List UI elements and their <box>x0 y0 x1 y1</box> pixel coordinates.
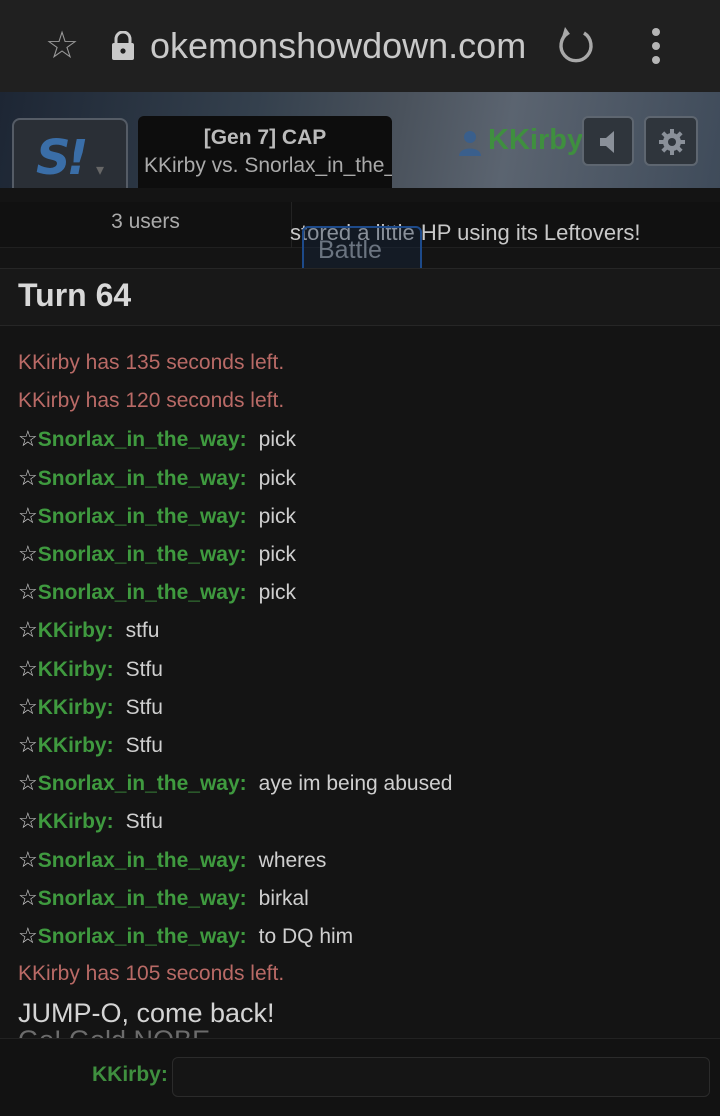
star-icon: ☆ <box>18 579 38 605</box>
turn-number: Turn 64 <box>18 277 132 313</box>
chat-message: ☆Snorlax_in_the_way: pick <box>18 426 296 453</box>
chat-username[interactable]: KKirby: <box>38 658 114 681</box>
chat-text: pick <box>258 504 297 528</box>
star-icon: ☆ <box>18 846 38 872</box>
chat-username[interactable]: Snorlax_in_the_way: <box>38 428 247 451</box>
chat-text: stfu <box>125 619 160 643</box>
chat-input[interactable] <box>172 1057 710 1097</box>
chat-text: Stfu <box>125 734 163 757</box>
chat-message: ☆Snorlax_in_the_way: wheres <box>18 847 326 874</box>
browser-toolbar: ☆ okemonshowdown.com <box>0 0 720 92</box>
star-icon: ☆ <box>18 655 38 681</box>
kebab-menu-icon[interactable] <box>636 22 676 70</box>
chat-text: Stfu <box>125 695 163 719</box>
address-bar-url[interactable]: okemonshowdown.com <box>150 24 526 68</box>
battle-room-tab[interactable]: [Gen 7] CAP KKirby vs. Snorlax_in_the_ <box>138 116 392 188</box>
chat-text: pick <box>258 581 297 605</box>
gear-icon <box>659 129 685 155</box>
chat-message: ☆Snorlax_in_the_way: pick <box>18 465 296 492</box>
star-icon: ☆ <box>18 923 38 948</box>
star-icon: ☆ <box>18 770 38 796</box>
showdown-logo: S! <box>36 130 89 186</box>
chat-message: ☆Snorlax_in_the_way: pick <box>18 541 296 568</box>
chat-username[interactable]: Snorlax_in_the_way: <box>38 581 247 604</box>
home-logo-button[interactable]: S! ▾ <box>12 118 128 190</box>
timer-notice: KKirby has 135 seconds left. <box>18 351 285 374</box>
chat-username-label: KKirby: <box>92 1063 168 1086</box>
star-icon: ☆ <box>18 808 38 834</box>
chat-text: pick <box>258 428 297 452</box>
battle-button[interactable]: Battle <box>302 226 422 274</box>
turn-header: Turn 64 <box>0 268 720 326</box>
chat-text: pick <box>258 466 297 490</box>
chat-message: ☆KKirby: stfu <box>18 617 159 644</box>
chat-username[interactable]: Snorlax_in_the_way: <box>38 543 247 566</box>
speaker-icon <box>600 131 614 153</box>
chat-text: birkal <box>258 886 309 910</box>
sound-button[interactable] <box>582 116 634 166</box>
star-icon: ☆ <box>18 464 38 490</box>
timer-notice: KKirby has 120 seconds left. <box>18 389 285 413</box>
users-count[interactable]: 3 users <box>0 202 292 248</box>
chat-message: ☆KKirby: Stfu <box>18 656 163 683</box>
star-icon: ☆ <box>18 884 38 910</box>
battle-announcement: JUMP-O, come back! <box>18 998 275 1028</box>
chat-message: ☆Snorlax_in_the_way: to DQ him <box>18 923 353 950</box>
chat-username[interactable]: KKirby: <box>38 734 114 757</box>
chat-username[interactable]: Snorlax_in_the_way: <box>38 925 247 948</box>
chat-message: ☆KKirby: Stfu <box>18 808 163 835</box>
star-icon: ☆ <box>18 426 38 452</box>
chevron-down-icon: ▾ <box>96 162 105 179</box>
chat-username[interactable]: Snorlax_in_the_way: <box>38 505 247 528</box>
chat-username[interactable]: Snorlax_in_the_way: <box>38 467 247 490</box>
bookmark-star-icon[interactable]: ☆ <box>40 24 84 68</box>
settings-button[interactable] <box>644 116 698 166</box>
chat-username[interactable]: Snorlax_in_the_way: <box>38 887 247 910</box>
chat-message: ☆Snorlax_in_the_way: pick <box>18 579 296 606</box>
star-icon: ☆ <box>18 541 38 566</box>
star-icon: ☆ <box>18 502 38 528</box>
battle-button-label: Battle <box>318 236 382 264</box>
lock-icon <box>112 31 134 60</box>
chat-message: ☆Snorlax_in_the_way: aye im being abused <box>18 770 452 797</box>
chat-text: aye im being abused <box>258 772 453 796</box>
battle-log[interactable]: 3 users stored a little HP using its Lef… <box>0 188 720 1040</box>
tab-title: [Gen 7] CAP <box>203 126 327 149</box>
chat-text: Stfu <box>125 810 163 834</box>
star-icon: ☆ <box>18 617 38 643</box>
reload-icon[interactable] <box>554 24 598 68</box>
user-icon <box>459 131 481 156</box>
chat-text: Stfu <box>125 657 163 681</box>
chat-message: ☆KKirby: Stfu <box>18 694 163 721</box>
chat-text: wheres <box>258 848 327 872</box>
chat-username[interactable]: KKirby: <box>38 619 114 642</box>
chat-bar: KKirby: <box>0 1038 720 1116</box>
chat-username[interactable]: KKirby: <box>38 696 114 719</box>
chat-username[interactable]: KKirby: <box>38 810 114 833</box>
chat-message: ☆Snorlax_in_the_way: pick <box>18 503 296 530</box>
chat-message: ☆Snorlax_in_the_way: birkal <box>18 885 309 912</box>
chat-text: pick <box>258 543 297 566</box>
chat-text: to DQ him <box>258 925 354 948</box>
chat-username[interactable]: Snorlax_in_the_way: <box>38 772 247 795</box>
battle-controls: 3 users stored a little HP using its Lef… <box>0 202 720 274</box>
timer-notice: KKirby has 105 seconds left. <box>18 962 285 986</box>
chat-username[interactable]: Snorlax_in_the_way: <box>38 849 247 872</box>
showdown-header: S! ▾ [Gen 7] CAP KKirby vs. Snorlax_in_t… <box>0 92 720 190</box>
star-icon: ☆ <box>18 693 38 719</box>
tab-subtitle: KKirby vs. Snorlax_in_the_ <box>144 154 392 177</box>
chat-message: ☆KKirby: Stfu <box>18 732 163 759</box>
star-icon: ☆ <box>18 732 38 757</box>
current-username[interactable]: KKirby <box>488 124 583 157</box>
